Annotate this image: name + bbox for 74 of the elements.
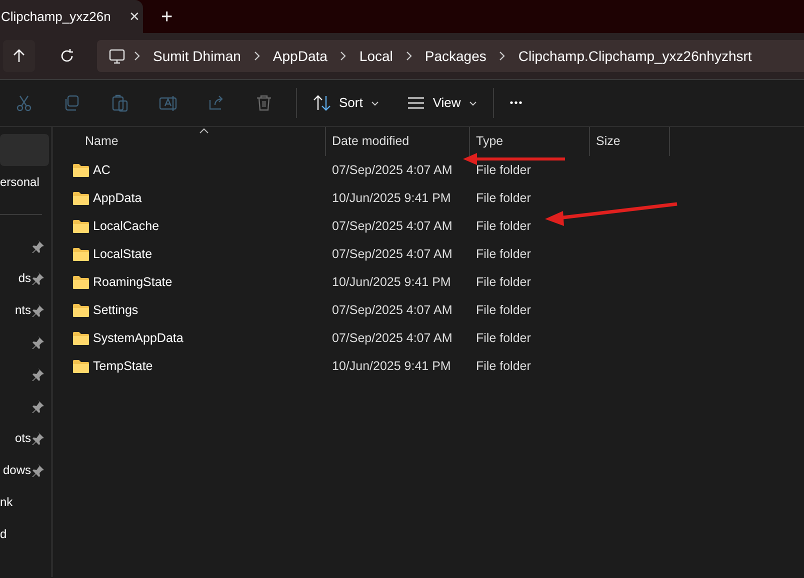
folder-icon (73, 331, 89, 345)
address-bar[interactable]: Sumit Dhiman AppData Local Packages Clipchamp.Clipchamp_yxz26nhyzhsrt (97, 40, 804, 72)
refresh-icon (59, 48, 75, 64)
rename-icon (159, 94, 177, 112)
file-type: File folder (476, 358, 531, 373)
sidebar-item[interactable]: nk (0, 486, 49, 518)
date-modified: 07/Sep/2025 4:07 AM (331, 330, 454, 347)
file-name[interactable]: LocalCache (93, 216, 160, 236)
folder-icon (73, 191, 89, 205)
list-icon (406, 96, 425, 110)
sidebar-item[interactable]: ersonal (0, 166, 49, 198)
file-type: File folder (476, 330, 531, 345)
date-modified: 10/Jun/2025 9:41 PM (331, 190, 452, 207)
chevron-icon (339, 51, 348, 61)
delete-icon (255, 94, 273, 112)
date-modified: 07/Sep/2025 4:07 AM (331, 246, 454, 263)
sidebar-item[interactable]: ots (0, 422, 49, 454)
copy-icon (63, 94, 81, 112)
chevron-icon (404, 51, 413, 61)
chevron-icon (252, 51, 261, 61)
sort-ascending-icon (199, 128, 209, 134)
chevron-icon (498, 51, 506, 61)
file-name[interactable]: SystemAppData (93, 328, 184, 348)
paste-icon (111, 94, 129, 112)
up-button[interactable] (3, 40, 35, 72)
up-arrow-icon (11, 48, 27, 64)
breadcrumb-item[interactable]: Clipchamp.Clipchamp_yxz26nhyzhsrt (514, 46, 756, 66)
folder-icon (73, 163, 89, 177)
file-type: File folder (476, 218, 531, 233)
close-tab-button[interactable]: ✕ (124, 6, 144, 26)
file-name[interactable]: TempState (93, 356, 153, 376)
folder-icon (73, 219, 89, 233)
file-type: File folder (476, 190, 531, 205)
file-type: File folder (476, 302, 531, 317)
chevron-icon (133, 51, 141, 61)
column-header[interactable]: Name (53, 127, 326, 156)
date-modified: 07/Sep/2025 4:07 AM (331, 218, 454, 235)
view-button[interactable]: View (398, 89, 485, 117)
more-button[interactable]: ••• (502, 92, 532, 114)
breadcrumb-item[interactable]: Sumit Dhiman (149, 46, 245, 66)
folder-icon (73, 275, 89, 289)
file-name[interactable]: AC (93, 160, 110, 180)
caret-icon (370, 100, 379, 106)
file-name[interactable]: AppData (93, 188, 142, 208)
new-tab-button[interactable]: + (155, 0, 179, 33)
file-type: File folder (476, 162, 531, 177)
column-header[interactable]: Date modified (326, 127, 470, 156)
file-name[interactable]: RoamingState (93, 272, 172, 292)
cut-icon (15, 94, 33, 112)
sidebar-item[interactable]: nts (0, 294, 49, 326)
column-header[interactable]: Size (590, 127, 670, 156)
folder-icon (73, 359, 89, 373)
breadcrumb-item[interactable]: AppData (268, 46, 332, 66)
date-modified: 10/Jun/2025 9:41 PM (331, 274, 452, 291)
file-name[interactable]: Settings (93, 300, 138, 320)
share-icon (207, 94, 225, 112)
file-type: File folder (476, 274, 531, 289)
sidebar-item[interactable]: dows (0, 454, 49, 486)
date-modified: 10/Jun/2025 9:41 PM (331, 358, 452, 375)
computer-icon[interactable] (109, 48, 125, 64)
date-modified: 07/Sep/2025 4:07 AM (331, 302, 454, 319)
file-name[interactable]: LocalState (93, 244, 152, 264)
sort-icon (313, 94, 331, 112)
browser-tab[interactable]: Clipchamp_yxz26n ✕ (0, 0, 143, 33)
sidebar-item[interactable]: d (0, 518, 49, 550)
caret-icon (468, 100, 477, 106)
breadcrumb-item[interactable]: Packages (420, 46, 490, 66)
date-modified: 07/Sep/2025 4:07 AM (331, 162, 454, 179)
breadcrumb-item[interactable]: Local (355, 46, 397, 66)
file-type: File folder (476, 246, 531, 261)
folder-icon (73, 247, 89, 261)
sidebar-item[interactable]: ds (0, 262, 49, 294)
sort-button[interactable]: Sort (305, 89, 387, 117)
folder-icon (73, 303, 89, 317)
